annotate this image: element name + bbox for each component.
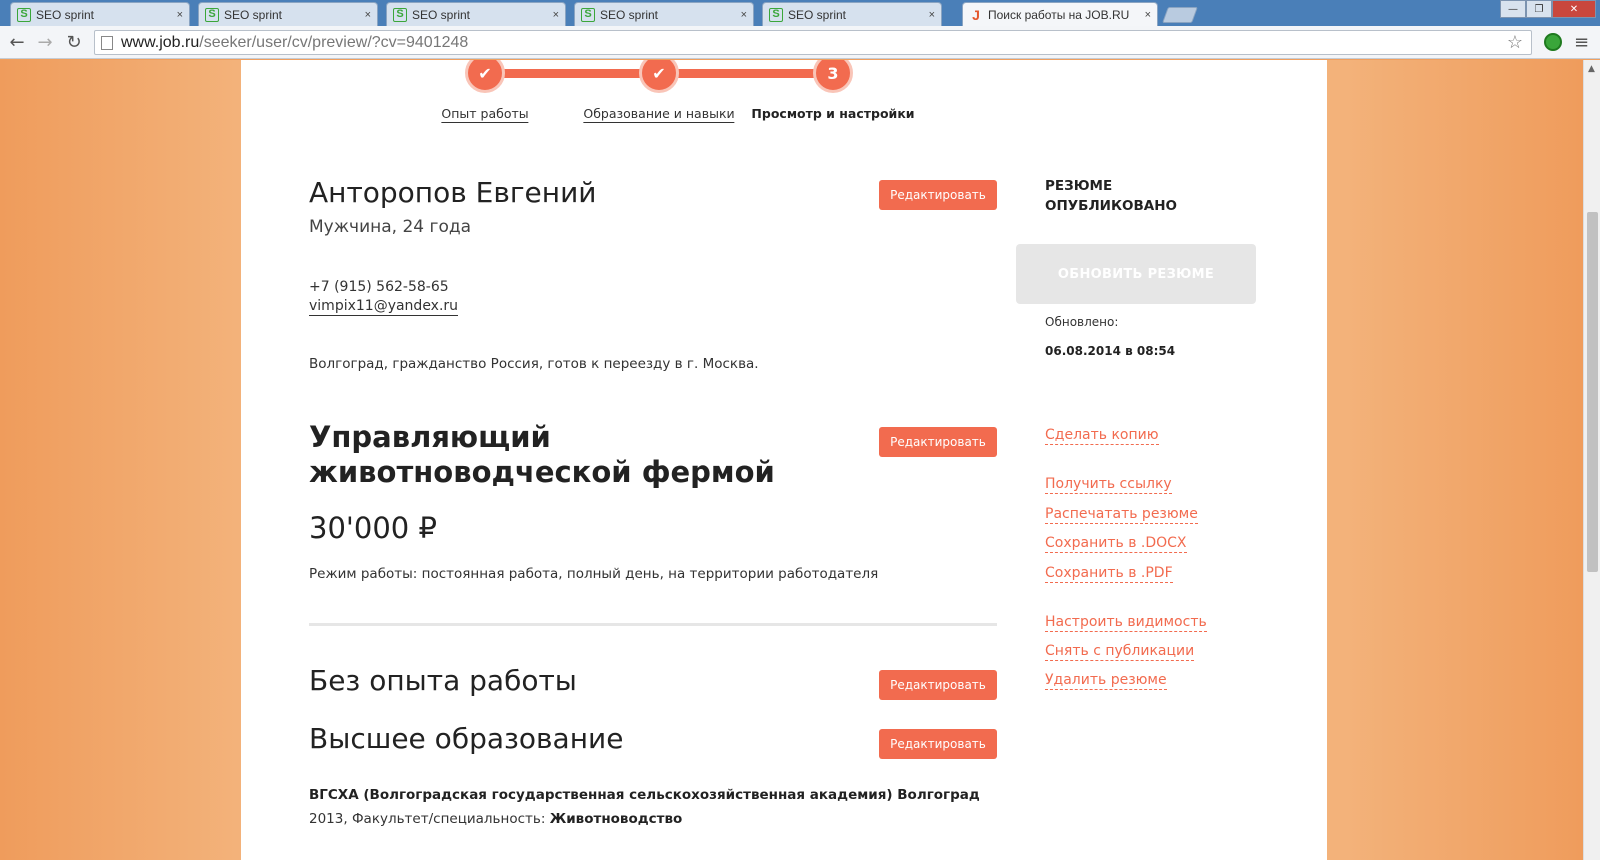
url-path: /seeker/user/cv/preview/?cv=9401248: [199, 33, 469, 51]
browser-tab[interactable]: S SEO sprint ×: [10, 2, 190, 26]
vertical-scrollbar[interactable]: ▲: [1583, 60, 1600, 860]
step-current-number: 3: [813, 60, 853, 93]
get-link-link[interactable]: Получить ссылку: [1045, 476, 1172, 494]
reload-icon[interactable]: ↻: [63, 31, 85, 53]
seo-sprint-favicon-icon: S: [205, 7, 219, 22]
candidate-phone: +7 (915) 562-58-65: [309, 279, 449, 295]
update-resume-button[interactable]: ОБНОВИТЬ РЕЗЮМЕ: [1016, 244, 1256, 304]
tab-title: SEO sprint: [788, 7, 847, 22]
step-link-experience[interactable]: Опыт работы: [441, 106, 529, 123]
seo-sprint-favicon-icon: S: [769, 7, 783, 22]
new-tab-button[interactable]: [1162, 7, 1198, 23]
seo-sprint-favicon-icon: S: [393, 7, 407, 22]
edit-personal-button[interactable]: Редактировать: [879, 180, 997, 210]
edit-education-button[interactable]: Редактировать: [879, 729, 997, 759]
tab-title: SEO sprint: [224, 7, 283, 22]
browser-tab-strip: S SEO sprint × S SEO sprint × S SEO spri…: [0, 0, 1600, 26]
browser-tab[interactable]: S SEO sprint ×: [762, 2, 942, 26]
tab-close-icon[interactable]: ×: [741, 9, 747, 21]
tab-close-icon[interactable]: ×: [1145, 9, 1151, 21]
edit-position-button[interactable]: Редактировать: [879, 427, 997, 457]
forward-arrow-icon[interactable]: →: [34, 31, 56, 53]
tab-title: SEO sprint: [412, 7, 471, 22]
candidate-email-link[interactable]: vimpix11@yandex.ru: [309, 298, 459, 316]
step-link-education[interactable]: Образование и навыки: [583, 106, 735, 123]
tab-close-icon[interactable]: ×: [929, 9, 935, 21]
edit-experience-button[interactable]: Редактировать: [879, 670, 997, 700]
tab-close-icon[interactable]: ×: [177, 9, 183, 21]
step-done-check-icon: ✔: [465, 60, 505, 93]
delete-resume-link[interactable]: Удалить резюме: [1045, 672, 1167, 690]
window-close-icon[interactable]: ✕: [1552, 0, 1596, 18]
tab-close-icon[interactable]: ×: [365, 9, 371, 21]
browser-tab[interactable]: S SEO sprint ×: [198, 2, 378, 26]
seo-sprint-favicon-icon: S: [17, 7, 31, 22]
extension-globe-icon[interactable]: [1544, 33, 1562, 51]
step-done-check-icon: ✔: [639, 60, 679, 93]
desired-position: Управляющий животноводческой фермой: [309, 420, 775, 489]
section-divider: [309, 623, 997, 626]
browser-menu-icon[interactable]: ≡: [1574, 32, 1589, 53]
experience-title: Без опыта работы: [309, 664, 577, 697]
tab-close-icon[interactable]: ×: [553, 9, 559, 21]
unpublish-link[interactable]: Снять с публикации: [1045, 643, 1195, 661]
publish-status: РЕЗЮМЕ ОПУБЛИКОВАНО: [1045, 178, 1178, 214]
save-pdf-link[interactable]: Сохранить в .PDF: [1045, 565, 1173, 583]
address-bar[interactable]: www.job.ru /seeker/user/cv/preview/?cv=9…: [94, 30, 1532, 55]
make-copy-link[interactable]: Сделать копию: [1045, 427, 1159, 445]
candidate-name: Анторопов Евгений: [309, 176, 597, 209]
print-resume-link[interactable]: Распечатать резюме: [1045, 506, 1198, 524]
education-title: Высшее образование: [309, 722, 624, 755]
step-connector: [486, 69, 660, 78]
education-institution: ВГСХА (Волгоградская государственная сел…: [309, 787, 980, 803]
updated-label: Обновлено:: [1045, 315, 1119, 329]
minimize-icon[interactable]: —: [1500, 0, 1526, 18]
education-details: 2013, Факультет/специальность: Животново…: [309, 811, 682, 827]
scrollbar-thumb[interactable]: [1587, 212, 1598, 572]
candidate-location: Волгоград, гражданство Россия, готов к п…: [309, 356, 759, 372]
tab-title: Поиск работы на JOB.RU: [988, 7, 1130, 22]
seo-sprint-favicon-icon: S: [581, 7, 595, 22]
resume-page: ✔ ✔ 3 Опыт работы Образование и навыки П…: [241, 60, 1327, 860]
education-specialty: Животноводство: [549, 811, 683, 827]
updated-datetime: 06.08.2014 в 08:54: [1045, 344, 1176, 358]
window-controls: — ❐ ✕: [1500, 0, 1596, 18]
browser-tab[interactable]: S SEO sprint ×: [386, 2, 566, 26]
tab-title: SEO sprint: [36, 7, 95, 22]
page-viewport: ✔ ✔ 3 Опыт работы Образование и навыки П…: [0, 60, 1583, 860]
page-icon: [101, 35, 113, 50]
work-schedule: Режим работы: постоянная работа, полный …: [309, 566, 879, 582]
step-connector: [660, 69, 833, 78]
url-host: www.job.ru: [121, 33, 200, 51]
browser-tab[interactable]: S SEO sprint ×: [574, 2, 754, 26]
maximize-icon[interactable]: ❐: [1526, 0, 1552, 18]
visibility-settings-link[interactable]: Настроить видимость: [1045, 614, 1207, 632]
desired-salary: 30'000 ₽: [309, 511, 437, 545]
step-current-preview: Просмотр и настройки: [751, 106, 915, 121]
scroll-up-arrow-icon[interactable]: ▲: [1588, 64, 1595, 74]
back-arrow-icon[interactable]: ←: [6, 31, 28, 53]
candidate-gender-age: Мужчина, 24 года: [309, 217, 472, 237]
education-year-faculty: 2013, Факультет/специальность:: [309, 811, 550, 827]
jobru-favicon-icon: J: [972, 6, 980, 23]
browser-tab-active[interactable]: J Поиск работы на JOB.RU ×: [962, 2, 1158, 26]
save-docx-link[interactable]: Сохранить в .DOCX: [1045, 535, 1187, 553]
tab-title: SEO sprint: [600, 7, 659, 22]
browser-toolbar: ← → ↻ www.job.ru /seeker/user/cv/preview…: [0, 26, 1600, 59]
bookmark-star-icon[interactable]: ☆: [1507, 32, 1523, 53]
